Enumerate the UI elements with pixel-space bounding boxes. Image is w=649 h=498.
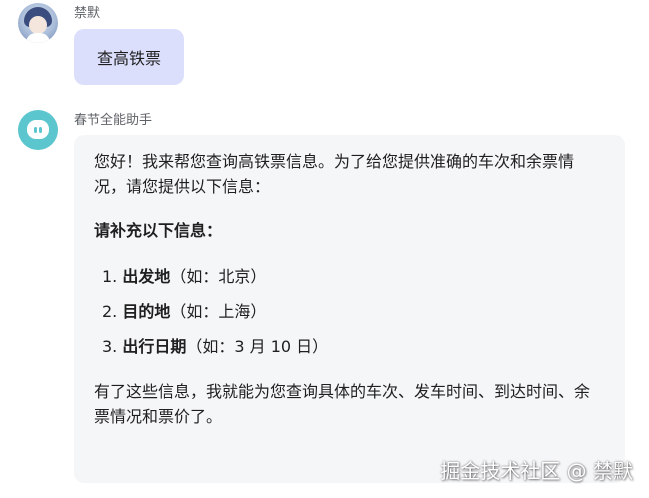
bot-eye-right — [39, 127, 42, 133]
list-item-number: 1. — [102, 267, 118, 286]
info-list: 1. 出发地（如：北京） 2. 目的地（如：上海） 3. 出行日期（如：3 月 … — [94, 264, 605, 359]
avatar-body — [26, 33, 50, 43]
list-item-example: （如：3 月 10 日） — [186, 337, 329, 356]
user-avatar — [18, 3, 58, 43]
avatar-face — [29, 16, 47, 34]
bot-outro-text: 有了这些信息，我就能为您查询具体的车次、发车时间、到达时间、余票情况和票价了。 — [94, 382, 591, 426]
bot-avatar — [18, 110, 58, 150]
bot-eye-left — [34, 127, 37, 133]
bot-message-bubble: 您好！我来帮您查询高铁票信息。为了给您提供准确的车次和余票情况，请您提供以下信息… — [74, 135, 625, 483]
list-item-label: 出发地 — [122, 267, 171, 286]
list-item-number: 2. — [102, 302, 118, 321]
bot-intro-text: 您好！我来帮您查询高铁票信息。为了给您提供准确的车次和余票情况，请您提供以下信息… — [94, 152, 575, 196]
watermark: 掘金技术社区 @ 禁默 — [440, 459, 633, 483]
list-item: 3. 出行日期（如：3 月 10 日） — [94, 334, 605, 359]
cloud-bot-icon — [27, 120, 49, 139]
list-item-number: 3. — [102, 337, 118, 356]
bot-name: 春节全能助手 — [74, 113, 153, 128]
user-message-text: 查高铁票 — [96, 49, 161, 68]
user-message-bubble: 查高铁票 — [74, 29, 184, 85]
list-item-example: （如：北京） — [170, 267, 267, 286]
list-item: 2. 目的地（如：上海） — [94, 299, 605, 324]
list-item-example: （如：上海） — [170, 302, 267, 321]
user-name: 禁默 — [74, 6, 101, 21]
list-item-label: 出行日期 — [122, 337, 187, 356]
list-item-label: 目的地 — [122, 302, 171, 321]
list-item: 1. 出发地（如：北京） — [94, 264, 605, 289]
bot-heading: 请补充以下信息： — [94, 221, 223, 240]
